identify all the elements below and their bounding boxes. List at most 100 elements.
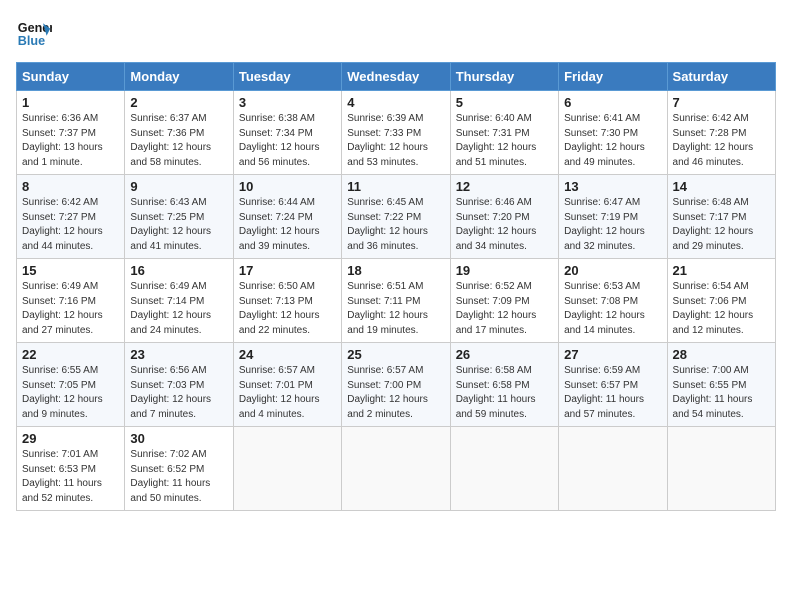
day-number: 2 <box>130 95 227 110</box>
calendar-cell: 18 Sunrise: 6:51 AM Sunset: 7:11 PM Dayl… <box>342 259 450 343</box>
calendar-header-friday: Friday <box>559 63 667 91</box>
calendar-cell: 13 Sunrise: 6:47 AM Sunset: 7:19 PM Dayl… <box>559 175 667 259</box>
day-info: Sunrise: 6:42 AM Sunset: 7:27 PM Dayligh… <box>22 196 119 254</box>
day-number: 8 <box>22 179 119 194</box>
day-info: Sunrise: 6:38 AM Sunset: 7:34 PM Dayligh… <box>239 112 336 170</box>
calendar-cell: 10 Sunrise: 6:44 AM Sunset: 7:24 PM Dayl… <box>233 175 341 259</box>
day-info: Sunrise: 6:59 AM Sunset: 6:57 PM Dayligh… <box>564 364 661 422</box>
calendar-cell: 7 Sunrise: 6:42 AM Sunset: 7:28 PM Dayli… <box>667 91 775 175</box>
day-info: Sunrise: 6:41 AM Sunset: 7:30 PM Dayligh… <box>564 112 661 170</box>
calendar-cell: 11 Sunrise: 6:45 AM Sunset: 7:22 PM Dayl… <box>342 175 450 259</box>
day-info: Sunrise: 6:57 AM Sunset: 7:00 PM Dayligh… <box>347 364 444 422</box>
day-number: 13 <box>564 179 661 194</box>
calendar-cell: 12 Sunrise: 6:46 AM Sunset: 7:20 PM Dayl… <box>450 175 558 259</box>
calendar-week-row: 22 Sunrise: 6:55 AM Sunset: 7:05 PM Dayl… <box>17 343 776 427</box>
day-number: 12 <box>456 179 553 194</box>
day-number: 15 <box>22 263 119 278</box>
day-number: 1 <box>22 95 119 110</box>
calendar-header-sunday: Sunday <box>17 63 125 91</box>
day-number: 28 <box>673 347 770 362</box>
day-info: Sunrise: 6:45 AM Sunset: 7:22 PM Dayligh… <box>347 196 444 254</box>
calendar-week-row: 15 Sunrise: 6:49 AM Sunset: 7:16 PM Dayl… <box>17 259 776 343</box>
calendar-header-tuesday: Tuesday <box>233 63 341 91</box>
calendar-cell: 27 Sunrise: 6:59 AM Sunset: 6:57 PM Dayl… <box>559 343 667 427</box>
day-number: 19 <box>456 263 553 278</box>
calendar-cell: 4 Sunrise: 6:39 AM Sunset: 7:33 PM Dayli… <box>342 91 450 175</box>
day-number: 29 <box>22 431 119 446</box>
calendar-cell: 5 Sunrise: 6:40 AM Sunset: 7:31 PM Dayli… <box>450 91 558 175</box>
calendar-header-saturday: Saturday <box>667 63 775 91</box>
day-info: Sunrise: 6:49 AM Sunset: 7:16 PM Dayligh… <box>22 280 119 338</box>
day-number: 25 <box>347 347 444 362</box>
day-number: 23 <box>130 347 227 362</box>
day-number: 18 <box>347 263 444 278</box>
calendar-cell: 24 Sunrise: 6:57 AM Sunset: 7:01 PM Dayl… <box>233 343 341 427</box>
day-number: 7 <box>673 95 770 110</box>
day-info: Sunrise: 6:58 AM Sunset: 6:58 PM Dayligh… <box>456 364 553 422</box>
day-info: Sunrise: 6:50 AM Sunset: 7:13 PM Dayligh… <box>239 280 336 338</box>
calendar-week-row: 29 Sunrise: 7:01 AM Sunset: 6:53 PM Dayl… <box>17 427 776 511</box>
calendar-cell: 2 Sunrise: 6:37 AM Sunset: 7:36 PM Dayli… <box>125 91 233 175</box>
calendar-cell: 9 Sunrise: 6:43 AM Sunset: 7:25 PM Dayli… <box>125 175 233 259</box>
calendar-cell: 8 Sunrise: 6:42 AM Sunset: 7:27 PM Dayli… <box>17 175 125 259</box>
day-info: Sunrise: 6:51 AM Sunset: 7:11 PM Dayligh… <box>347 280 444 338</box>
day-number: 10 <box>239 179 336 194</box>
calendar-cell: 20 Sunrise: 6:53 AM Sunset: 7:08 PM Dayl… <box>559 259 667 343</box>
day-info: Sunrise: 6:52 AM Sunset: 7:09 PM Dayligh… <box>456 280 553 338</box>
calendar-cell: 17 Sunrise: 6:50 AM Sunset: 7:13 PM Dayl… <box>233 259 341 343</box>
day-info: Sunrise: 6:55 AM Sunset: 7:05 PM Dayligh… <box>22 364 119 422</box>
calendar-cell: 19 Sunrise: 6:52 AM Sunset: 7:09 PM Dayl… <box>450 259 558 343</box>
day-number: 21 <box>673 263 770 278</box>
calendar-cell: 15 Sunrise: 6:49 AM Sunset: 7:16 PM Dayl… <box>17 259 125 343</box>
day-info: Sunrise: 6:36 AM Sunset: 7:37 PM Dayligh… <box>22 112 119 170</box>
calendar-cell: 1 Sunrise: 6:36 AM Sunset: 7:37 PM Dayli… <box>17 91 125 175</box>
calendar-cell: 3 Sunrise: 6:38 AM Sunset: 7:34 PM Dayli… <box>233 91 341 175</box>
calendar-cell: 22 Sunrise: 6:55 AM Sunset: 7:05 PM Dayl… <box>17 343 125 427</box>
day-info: Sunrise: 6:49 AM Sunset: 7:14 PM Dayligh… <box>130 280 227 338</box>
calendar-cell: 14 Sunrise: 6:48 AM Sunset: 7:17 PM Dayl… <box>667 175 775 259</box>
calendar-cell: 26 Sunrise: 6:58 AM Sunset: 6:58 PM Dayl… <box>450 343 558 427</box>
day-number: 9 <box>130 179 227 194</box>
day-info: Sunrise: 6:53 AM Sunset: 7:08 PM Dayligh… <box>564 280 661 338</box>
day-info: Sunrise: 6:46 AM Sunset: 7:20 PM Dayligh… <box>456 196 553 254</box>
day-number: 30 <box>130 431 227 446</box>
day-number: 5 <box>456 95 553 110</box>
calendar-header-monday: Monday <box>125 63 233 91</box>
day-info: Sunrise: 6:42 AM Sunset: 7:28 PM Dayligh… <box>673 112 770 170</box>
day-number: 16 <box>130 263 227 278</box>
calendar-week-row: 8 Sunrise: 6:42 AM Sunset: 7:27 PM Dayli… <box>17 175 776 259</box>
day-number: 17 <box>239 263 336 278</box>
day-number: 3 <box>239 95 336 110</box>
calendar-cell <box>450 427 558 511</box>
day-info: Sunrise: 7:00 AM Sunset: 6:55 PM Dayligh… <box>673 364 770 422</box>
day-number: 20 <box>564 263 661 278</box>
day-info: Sunrise: 6:39 AM Sunset: 7:33 PM Dayligh… <box>347 112 444 170</box>
calendar-cell: 28 Sunrise: 7:00 AM Sunset: 6:55 PM Dayl… <box>667 343 775 427</box>
day-info: Sunrise: 6:48 AM Sunset: 7:17 PM Dayligh… <box>673 196 770 254</box>
calendar-header-row: SundayMondayTuesdayWednesdayThursdayFrid… <box>17 63 776 91</box>
calendar-header-thursday: Thursday <box>450 63 558 91</box>
day-info: Sunrise: 6:54 AM Sunset: 7:06 PM Dayligh… <box>673 280 770 338</box>
day-info: Sunrise: 6:47 AM Sunset: 7:19 PM Dayligh… <box>564 196 661 254</box>
svg-text:Blue: Blue <box>18 34 45 48</box>
day-number: 27 <box>564 347 661 362</box>
calendar-cell: 16 Sunrise: 6:49 AM Sunset: 7:14 PM Dayl… <box>125 259 233 343</box>
day-number: 26 <box>456 347 553 362</box>
day-info: Sunrise: 6:44 AM Sunset: 7:24 PM Dayligh… <box>239 196 336 254</box>
day-number: 11 <box>347 179 444 194</box>
day-info: Sunrise: 7:01 AM Sunset: 6:53 PM Dayligh… <box>22 448 119 506</box>
day-number: 6 <box>564 95 661 110</box>
calendar-cell: 23 Sunrise: 6:56 AM Sunset: 7:03 PM Dayl… <box>125 343 233 427</box>
calendar-cell <box>342 427 450 511</box>
calendar-cell <box>667 427 775 511</box>
calendar-cell: 29 Sunrise: 7:01 AM Sunset: 6:53 PM Dayl… <box>17 427 125 511</box>
calendar-header-wednesday: Wednesday <box>342 63 450 91</box>
calendar-week-row: 1 Sunrise: 6:36 AM Sunset: 7:37 PM Dayli… <box>17 91 776 175</box>
calendar-cell: 30 Sunrise: 7:02 AM Sunset: 6:52 PM Dayl… <box>125 427 233 511</box>
day-info: Sunrise: 6:43 AM Sunset: 7:25 PM Dayligh… <box>130 196 227 254</box>
calendar-cell: 25 Sunrise: 6:57 AM Sunset: 7:00 PM Dayl… <box>342 343 450 427</box>
calendar-cell <box>233 427 341 511</box>
day-info: Sunrise: 6:40 AM Sunset: 7:31 PM Dayligh… <box>456 112 553 170</box>
day-number: 4 <box>347 95 444 110</box>
day-info: Sunrise: 6:56 AM Sunset: 7:03 PM Dayligh… <box>130 364 227 422</box>
